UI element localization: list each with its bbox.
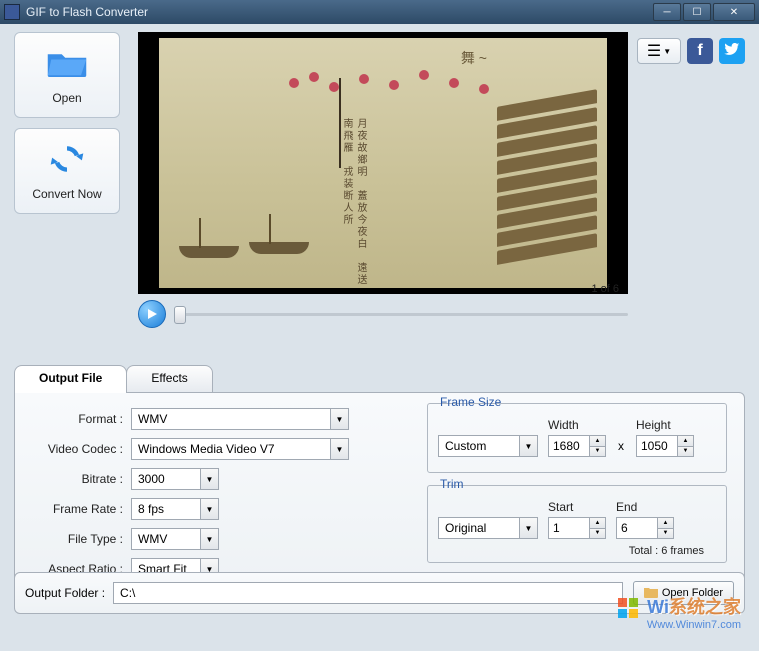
chevron-down-icon: ▼	[200, 469, 218, 489]
open-button[interactable]: Open	[14, 32, 120, 118]
tab-output-file[interactable]: Output File	[14, 365, 127, 393]
open-folder-button[interactable]: Open Folder	[633, 581, 734, 605]
output-folder-row: Output Folder : Open Folder	[14, 572, 745, 614]
preview-pane: 舞 ~ 月夜故鄉明 蓋放今夜白 遠送南飛雁 戎装断人所	[138, 32, 628, 294]
video-codec-label: Video Codec :	[27, 442, 131, 456]
frame-size-legend: Frame Size	[436, 395, 505, 409]
tab-effects[interactable]: Effects	[126, 365, 212, 393]
folder-open-icon	[46, 46, 88, 85]
slider-thumb[interactable]	[174, 306, 186, 324]
title-bar: GIF to Flash Converter ─ ☐ ✕	[0, 0, 759, 24]
down-icon[interactable]: ▼	[589, 529, 605, 539]
minimize-button[interactable]: ─	[653, 3, 681, 21]
frame-size-group: Frame Size Custom▼ Width 1680▲▼ x Height…	[427, 403, 727, 473]
start-spinner[interactable]: 1▲▼	[548, 517, 606, 539]
width-spinner[interactable]: 1680▲▼	[548, 435, 606, 457]
twitter-icon	[724, 41, 740, 62]
chevron-down-icon: ▼	[519, 518, 537, 538]
file-type-combo[interactable]: WMV▼	[131, 528, 219, 550]
app-icon	[4, 4, 20, 20]
trim-legend: Trim	[436, 477, 468, 491]
preview-image: 舞 ~ 月夜故鄉明 蓋放今夜白 遠送南飛雁 戎装断人所	[159, 38, 607, 288]
open-label: Open	[52, 91, 81, 105]
output-folder-input[interactable]	[113, 582, 623, 604]
up-icon[interactable]: ▲	[657, 518, 673, 529]
format-label: Format :	[27, 412, 131, 426]
convert-label: Convert Now	[32, 187, 101, 201]
chevron-down-icon: ▼	[519, 436, 537, 456]
page-counter: 1 of 6	[591, 283, 619, 295]
down-icon[interactable]: ▼	[589, 447, 605, 457]
frame-rate-label: Frame Rate :	[27, 502, 131, 516]
height-spinner[interactable]: 1050▲▼	[636, 435, 694, 457]
bitrate-combo[interactable]: 3000▼	[131, 468, 219, 490]
tab-panel: Format : WMV▼ Video Codec : Windows Medi…	[14, 392, 745, 584]
facebook-button[interactable]: f	[687, 38, 713, 64]
close-button[interactable]: ✕	[713, 3, 755, 21]
start-label: Start	[548, 500, 606, 514]
width-label: Width	[548, 418, 606, 432]
play-button[interactable]	[138, 300, 166, 328]
seek-slider[interactable]	[174, 304, 628, 324]
chevron-down-icon: ▼	[330, 409, 348, 429]
list-icon: ☰	[647, 41, 661, 61]
play-icon	[146, 308, 158, 320]
down-icon[interactable]: ▼	[657, 529, 673, 539]
total-frames-text: Total : 6 frames	[438, 545, 716, 557]
facebook-icon: f	[697, 42, 702, 60]
bitrate-label: Bitrate :	[27, 472, 131, 486]
convert-icon	[46, 142, 88, 181]
output-folder-label: Output Folder :	[25, 586, 105, 600]
frame-rate-combo[interactable]: 8 fps▼	[131, 498, 219, 520]
folder-icon	[644, 586, 658, 601]
end-spinner[interactable]: 6▲▼	[616, 517, 674, 539]
video-codec-combo[interactable]: Windows Media Video V7▼	[131, 438, 349, 460]
window-title: GIF to Flash Converter	[26, 5, 653, 19]
up-icon[interactable]: ▲	[589, 518, 605, 529]
frame-size-mode-combo[interactable]: Custom▼	[438, 435, 538, 457]
chevron-down-icon: ▼	[330, 439, 348, 459]
down-icon[interactable]: ▼	[677, 447, 693, 457]
height-label: Height	[636, 418, 694, 432]
maximize-button[interactable]: ☐	[683, 3, 711, 21]
convert-now-button[interactable]: Convert Now	[14, 128, 120, 214]
trim-mode-combo[interactable]: Original▼	[438, 517, 538, 539]
format-combo[interactable]: WMV▼	[131, 408, 349, 430]
up-icon[interactable]: ▲	[677, 436, 693, 447]
up-icon[interactable]: ▲	[589, 436, 605, 447]
app-body: Open Convert Now 舞 ~ 月夜故鄉明 蓋放今夜白 遠送南飛雁 戎…	[0, 24, 759, 651]
end-label: End	[616, 500, 674, 514]
trim-group: Trim Original▼ Start 1▲▼ End 6▲▼ Total :…	[427, 485, 727, 563]
twitter-button[interactable]	[719, 38, 745, 64]
view-mode-button[interactable]: ☰▼	[637, 38, 681, 64]
chevron-down-icon: ▼	[200, 499, 218, 519]
file-type-label: File Type :	[27, 532, 131, 546]
chevron-down-icon: ▼	[663, 47, 671, 56]
chevron-down-icon: ▼	[200, 529, 218, 549]
